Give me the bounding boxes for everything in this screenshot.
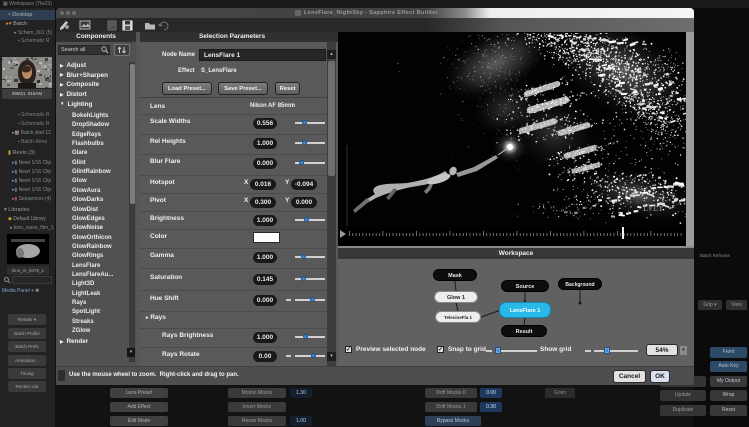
svg-text:LVLY: LVLY xyxy=(642,203,664,213)
